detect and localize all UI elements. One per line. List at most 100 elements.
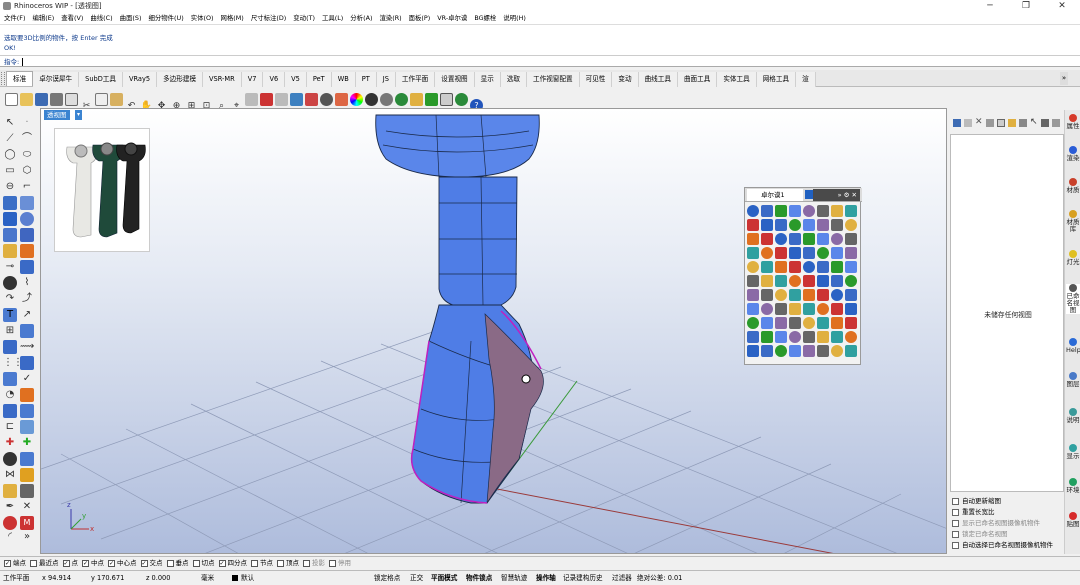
panel-tab-texture[interactable]: 贴图 (1066, 512, 1080, 528)
array-icon[interactable]: ⋮⋮ (3, 356, 23, 370)
osnap-option[interactable]: 顶点 (277, 557, 299, 570)
node-icon[interactable] (845, 303, 857, 315)
osnap-option[interactable]: ✓ 端点 (4, 557, 26, 570)
point-icon[interactable] (845, 317, 857, 329)
tab-vsr-mr[interactable]: VSR-MR (203, 72, 242, 87)
checkbox[interactable]: ✓ (4, 559, 11, 567)
sphere-icon[interactable] (20, 212, 34, 226)
menu-transform[interactable]: 变动(T) (293, 12, 315, 24)
checkbox[interactable] (251, 559, 258, 567)
more-tools-icon[interactable]: » (20, 530, 34, 544)
frame-icon[interactable] (845, 345, 857, 357)
box-icon[interactable] (775, 317, 787, 329)
new-file-icon[interactable] (5, 93, 18, 106)
model-head-surface[interactable] (375, 114, 540, 178)
tab-solid-tools[interactable]: 实体工具 (717, 72, 757, 87)
viewport-menu-arrow[interactable]: ▾ (74, 110, 82, 120)
frame-icon[interactable] (761, 331, 773, 343)
group-icon[interactable] (440, 93, 453, 106)
copy-view-icon[interactable] (986, 119, 994, 127)
tab-select[interactable]: 选取 (500, 72, 528, 87)
tabs-scroll-button[interactable]: » (1060, 72, 1068, 85)
import-icon[interactable] (65, 93, 78, 106)
curve-icon[interactable] (775, 261, 787, 273)
blend-icon[interactable]: ↷ (3, 292, 17, 306)
edit-icon[interactable] (747, 275, 759, 287)
tab-display[interactable]: 显示 (474, 72, 501, 87)
more-icon[interactable]: » (838, 191, 842, 199)
tab-set-view[interactable]: 设置视图 (435, 72, 475, 87)
color-icon[interactable] (775, 233, 787, 245)
checkbox[interactable] (303, 559, 310, 567)
menu-tools[interactable]: 工具(L) (322, 12, 343, 24)
polyline-icon[interactable]: ⟋ (3, 132, 17, 146)
surface-icon[interactable] (803, 275, 815, 287)
arc-icon[interactable]: ◜ (3, 530, 17, 544)
target-icon[interactable] (747, 219, 759, 231)
polygon-icon[interactable]: ⬡ (20, 164, 34, 178)
point-icon[interactable] (789, 275, 801, 287)
surface-icon[interactable] (3, 196, 17, 210)
circle-icon[interactable]: ◯ (3, 148, 17, 162)
menu-subd[interactable]: 细分物件(U) (148, 12, 183, 24)
node-icon[interactable] (817, 331, 829, 343)
trim-icon[interactable]: ⊸ (3, 260, 17, 274)
menu-edit[interactable]: 编辑(E) (32, 12, 54, 24)
checkbox[interactable]: ✓ (108, 559, 115, 567)
shrink-icon[interactable]: ⋈ (3, 468, 17, 482)
edit-icon[interactable] (803, 219, 815, 231)
mesh-icon[interactable] (789, 289, 801, 301)
panel-tab-environment[interactable]: 环境 (1066, 478, 1080, 494)
record-history-toggle[interactable]: 记录建构历史 (563, 571, 603, 585)
surface-icon[interactable] (831, 345, 843, 357)
grid-icon[interactable] (817, 303, 829, 315)
node-icon[interactable] (845, 205, 857, 217)
layer-icon[interactable] (845, 261, 857, 273)
point-icon[interactable] (817, 345, 829, 357)
zebra-icon[interactable] (20, 388, 34, 402)
select-arrow-icon[interactable]: ↖ (3, 116, 17, 130)
tab-v7[interactable]: V7 (241, 72, 264, 87)
sphere-icon[interactable] (831, 317, 843, 329)
tab-subd[interactable]: SubD工具 (79, 72, 123, 87)
target-icon[interactable] (831, 233, 843, 245)
target-icon[interactable] (831, 331, 843, 343)
offset-curve-icon[interactable]: ⊖ (3, 180, 17, 194)
grid-icon[interactable] (845, 275, 857, 287)
select-view-icon[interactable]: ↖ (1030, 117, 1038, 127)
node-icon[interactable] (761, 289, 773, 301)
panel-tab-display[interactable]: 显示 (1066, 444, 1080, 460)
mesh-icon[interactable] (817, 261, 829, 273)
edit-icon[interactable] (803, 317, 815, 329)
box-icon[interactable] (747, 247, 759, 259)
menu-bg[interactable]: BG螺栓 (474, 12, 496, 24)
analyze-icon[interactable] (3, 372, 17, 386)
explode-icon[interactable] (20, 244, 34, 258)
sphere-icon[interactable] (747, 303, 759, 315)
panel-tab-lights[interactable]: 灯光 (1066, 250, 1080, 266)
mail-icon[interactable]: M (20, 516, 34, 530)
color-icon[interactable] (831, 275, 843, 287)
loft-icon[interactable] (20, 196, 34, 210)
tab-zhuoermo[interactable]: 卓尔谟犀牛 (33, 72, 80, 87)
checkbox[interactable]: ✓ (62, 559, 70, 567)
tab-curve-tools[interactable]: 曲线工具 (638, 72, 678, 87)
record-icon[interactable] (3, 516, 17, 530)
checkbox[interactable]: ✓ (82, 559, 89, 567)
gumball-toggle[interactable]: 操作轴 (536, 571, 556, 585)
tab-transform[interactable]: 变动 (612, 72, 639, 87)
grid-icon[interactable] (789, 233, 801, 245)
panel-tab-rendering[interactable]: 渲染 (1066, 146, 1080, 162)
tab-wb[interactable]: WB (331, 72, 356, 87)
sphere-icon[interactable] (803, 345, 815, 357)
checkbox[interactable]: ✓ (140, 559, 148, 567)
layer-icon[interactable] (761, 247, 773, 259)
osnap-option[interactable]: ✓ 点 (62, 557, 78, 570)
hide-icon[interactable]: ⊏ (3, 420, 17, 434)
gumball-point[interactable] (521, 374, 531, 384)
menu-mesh[interactable]: 网格(M) (221, 12, 244, 24)
section-icon[interactable] (20, 452, 34, 466)
mesh-icon[interactable] (761, 317, 773, 329)
named-views-list[interactable]: 未储存任何视图 (950, 134, 1064, 492)
tab-pet[interactable]: PeT (306, 72, 332, 87)
